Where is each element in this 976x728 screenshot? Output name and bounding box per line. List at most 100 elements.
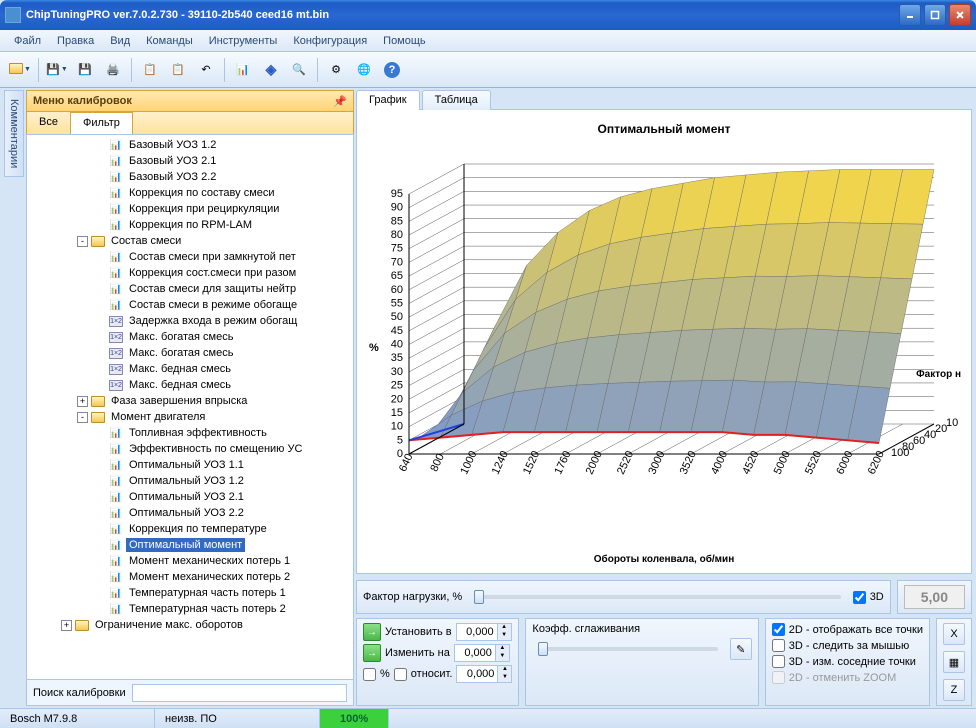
tree-label[interactable]: Базовый УОЗ 1.2 (126, 138, 219, 152)
tree-folder[interactable]: +Фаза завершения впрыска (29, 393, 351, 409)
rel-spinner[interactable]: ▲▼ (456, 665, 512, 683)
tree-label[interactable]: Температурная часть потерь 1 (126, 586, 289, 600)
expander-icon[interactable]: + (61, 620, 72, 631)
tree-item[interactable]: Базовый УОЗ 1.2 (29, 137, 351, 153)
tree-folder[interactable]: +Ограничение макс. оборотов (29, 617, 351, 633)
tree-label[interactable]: Макс. бедная смесь (126, 378, 234, 392)
change-button[interactable]: → (363, 644, 381, 662)
expander-icon[interactable]: - (77, 412, 88, 423)
minimize-button[interactable] (899, 4, 921, 26)
tree-label[interactable]: Задержка входа в режим обогащ (126, 314, 300, 328)
tree-item[interactable]: Состав смеси в режиме обогаще (29, 297, 351, 313)
search-button[interactable]: 🔍 (285, 56, 313, 84)
tree-label[interactable]: Макс. богатая смесь (126, 346, 236, 360)
cb-rel-wrap[interactable]: относит. (394, 668, 453, 681)
info-button[interactable]: ◈ (257, 56, 285, 84)
tree-item[interactable]: Базовый УОЗ 2.1 (29, 153, 351, 169)
settings-button[interactable]: ⚙ (322, 56, 350, 84)
tree-item[interactable]: 1×2Макс. богатая смесь (29, 345, 351, 361)
tree-item[interactable]: Оптимальный УОЗ 1.1 (29, 457, 351, 473)
chart-3d[interactable]: 0510152025303540455055606570758085909564… (369, 144, 959, 524)
tree-item[interactable]: 1×2Макс. богатая смесь (29, 329, 351, 345)
tab-all[interactable]: Все (27, 112, 71, 134)
cb-3d-neigh[interactable] (772, 655, 785, 668)
tree-item[interactable]: Эффективность по смещению УС (29, 441, 351, 457)
menu-Файл[interactable]: Файл (6, 32, 49, 50)
tree-item[interactable]: Оптимальный УОЗ 2.2 (29, 505, 351, 521)
tree-label[interactable]: Коррекция по составу смеси (126, 186, 278, 200)
pin-icon[interactable]: 📌 (333, 95, 347, 108)
expander-icon[interactable]: - (77, 236, 88, 247)
tree-label[interactable]: Коррекция сост.смеси при разом (126, 266, 299, 280)
tree-item[interactable]: Коррекция по составу смеси (29, 185, 351, 201)
menu-Помощь[interactable]: Помощь (375, 32, 434, 50)
cb-2d-points-wrap[interactable]: 2D - отображать все точки (772, 623, 923, 636)
cb-2d-points[interactable] (772, 623, 785, 636)
tree-label[interactable]: Состав смеси в режиме обогаще (126, 298, 300, 312)
comments-tab[interactable]: Комментарии (4, 90, 24, 177)
tree-item[interactable]: Оптимальный УОЗ 2.1 (29, 489, 351, 505)
factor-slider[interactable] (474, 595, 840, 599)
menu-Правка[interactable]: Правка (49, 32, 102, 50)
menu-Команды[interactable]: Команды (138, 32, 201, 50)
cb-3d-mouse-wrap[interactable]: 3D - следить за мышью (772, 639, 923, 652)
tree-item[interactable]: 1×2Задержка входа в режим обогащ (29, 313, 351, 329)
tree-label[interactable]: Момент двигателя (108, 410, 208, 424)
smooth-apply-button[interactable]: ✎ (730, 638, 752, 660)
tree-label[interactable]: Момент механических потерь 1 (126, 554, 293, 568)
close-button[interactable] (949, 4, 971, 26)
cb-3d[interactable] (853, 591, 866, 604)
menu-Вид[interactable]: Вид (102, 32, 138, 50)
tree-item[interactable]: Момент механических потерь 1 (29, 553, 351, 569)
paste-button[interactable]: 📋 (164, 56, 192, 84)
help-button[interactable]: ? (378, 56, 406, 84)
tree-item[interactable]: Коррекция при рециркуляции (29, 201, 351, 217)
tree-label[interactable]: Оптимальный УОЗ 2.2 (126, 506, 247, 520)
update-button[interactable]: 🌐 (350, 56, 378, 84)
z-button[interactable]: Z (943, 679, 965, 701)
tab-table[interactable]: Таблица (422, 90, 491, 110)
tree-label[interactable]: Эффективность по смещению УС (126, 442, 305, 456)
tree-label[interactable]: Состав смеси при замкнутой пет (126, 250, 299, 264)
maximize-button[interactable] (924, 4, 946, 26)
undo-button[interactable]: ↶ (192, 56, 220, 84)
copy-button[interactable]: 📋 (136, 56, 164, 84)
tree-label[interactable]: Топливная эффективность (126, 426, 270, 440)
tree-label[interactable]: Базовый УОЗ 2.1 (126, 154, 219, 168)
tree-label[interactable]: Коррекция при рециркуляции (126, 202, 282, 216)
save-as-button[interactable]: 💾 (71, 56, 99, 84)
tree-item[interactable]: Коррекция сост.смеси при разом (29, 265, 351, 281)
tree-label[interactable]: Макс. бедная смесь (126, 362, 234, 376)
tree-label[interactable]: Состав смеси для защиты нейтр (126, 282, 299, 296)
tree-label[interactable]: Момент механических потерь 2 (126, 570, 293, 584)
compare-button[interactable]: 📊 (229, 56, 257, 84)
tree-item[interactable]: 1×2Макс. бедная смесь (29, 377, 351, 393)
tree-item[interactable]: Температурная часть потерь 2 (29, 601, 351, 617)
cb-rel[interactable] (394, 668, 407, 681)
tree-item[interactable]: Температурная часть потерь 1 (29, 585, 351, 601)
tree-item[interactable]: Коррекция по температуре (29, 521, 351, 537)
tab-graph[interactable]: График (356, 90, 420, 110)
search-input[interactable] (132, 684, 347, 702)
grid-button[interactable]: ▦ (943, 651, 965, 673)
tree-label[interactable]: Температурная часть потерь 2 (126, 602, 289, 616)
save-button[interactable]: 💾▼ (43, 56, 71, 84)
tree-folder[interactable]: -Состав смеси (29, 233, 351, 249)
tree-item[interactable]: Состав смеси для защиты нейтр (29, 281, 351, 297)
tab-filter[interactable]: Фильтр (71, 112, 133, 134)
tree-item[interactable]: Состав смеси при замкнутой пет (29, 249, 351, 265)
tree-item[interactable]: 1×2Макс. бедная смесь (29, 361, 351, 377)
cb-3d-wrap[interactable]: 3D (853, 591, 884, 604)
tree-label[interactable]: Оптимальный УОЗ 1.1 (126, 458, 247, 472)
tree-label[interactable]: Оптимальный УОЗ 2.1 (126, 490, 247, 504)
cb-3d-neigh-wrap[interactable]: 3D - изм. соседние точки (772, 655, 923, 668)
cb-pct[interactable] (363, 668, 376, 681)
cb-pct-wrap[interactable]: % (363, 668, 390, 681)
tree-item[interactable]: Момент механических потерь 2 (29, 569, 351, 585)
calibration-tree[interactable]: Базовый УОЗ 1.2Базовый УОЗ 2.1Базовый УО… (26, 134, 354, 680)
cb-3d-mouse[interactable] (772, 639, 785, 652)
tree-folder[interactable]: - Момент двигателя (29, 409, 351, 425)
tree-label[interactable]: Фаза завершения впрыска (108, 394, 250, 408)
print-button[interactable]: 🖨️ (99, 56, 127, 84)
menu-Инструменты[interactable]: Инструменты (201, 32, 286, 50)
